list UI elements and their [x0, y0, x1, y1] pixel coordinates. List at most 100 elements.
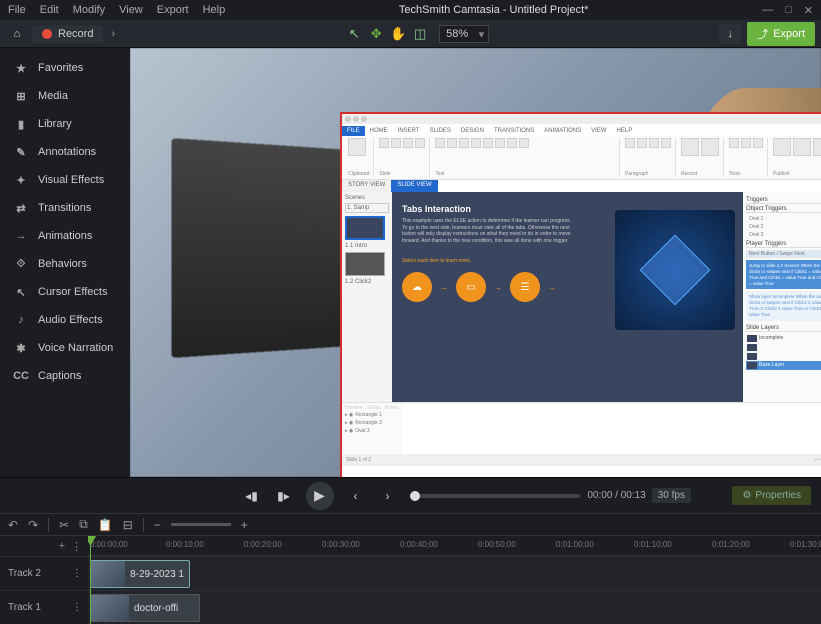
record-button[interactable]: Record	[32, 25, 103, 43]
clip-label: doctor-offi	[129, 603, 183, 614]
inner-tab: TRANSITIONS	[489, 126, 539, 136]
trigger-condition: Jump to slide 1.2 Scene2 When the user c…	[746, 260, 821, 289]
playback-bar: ◂▮ ▮▸ ▶ ‹ › 00:00 / 00:13 30 fps ⚙Proper…	[0, 477, 821, 513]
scrubber-handle[interactable]	[410, 491, 420, 501]
inner-tl-row: ▸ ◉ Rectangle 3	[344, 419, 400, 427]
layer-row	[746, 343, 821, 352]
ribbon-group-label: Record	[681, 171, 719, 177]
sidebar-item-transitions[interactable]: ⇄Transitions	[0, 194, 130, 222]
redo-button[interactable]: ↷	[28, 518, 38, 532]
timeline-ruler[interactable]: 0:00:00;00 0:00:10;00 0:00:20;00 0:00:30…	[88, 536, 821, 556]
app-title: TechSmith Camtasia - Untitled Project*	[239, 4, 748, 16]
properties-button[interactable]: ⚙Properties	[732, 486, 811, 505]
inner-view-tabs: STORY VIEW SLIDE VIEW	[342, 180, 821, 192]
track-row[interactable]: 8-29-2023 1	[88, 556, 821, 590]
next-frame-button[interactable]: ▮▸	[274, 486, 294, 506]
sidebar-item-media[interactable]: ⊞Media	[0, 82, 130, 110]
sidebar-label: Animations	[38, 230, 92, 242]
move-tool-icon[interactable]: ✥	[367, 25, 385, 43]
sidebar-item-cursor-effects[interactable]: ↖ Cursor Effects	[0, 278, 130, 306]
zoom-out-button[interactable]: −	[154, 518, 161, 532]
menu-edit[interactable]: Edit	[40, 4, 59, 16]
sidebar-item-behaviors[interactable]: ⟐Behaviors	[0, 250, 130, 278]
sidebar-item-library[interactable]: ▮Library	[0, 110, 130, 138]
tab-circle-icon: ▭	[456, 272, 486, 302]
slide-body: This example uses the ELSE action to det…	[402, 218, 572, 244]
track-label[interactable]: Track 1⋮	[0, 590, 88, 624]
behaviors-icon: ⟐	[14, 257, 28, 271]
hand-tool-icon[interactable]: ✋	[389, 25, 407, 43]
scene-thumb	[345, 252, 385, 276]
record-chevron[interactable]: ›	[111, 28, 115, 40]
sidebar-label: Transitions	[38, 202, 91, 214]
sidebar-item-animations[interactable]: →Animations	[0, 222, 130, 250]
home-button[interactable]: ⌂	[6, 24, 28, 44]
menu-modify[interactable]: Modify	[73, 4, 105, 16]
add-track-button[interactable]: +	[59, 540, 65, 552]
prev-frame-button[interactable]: ◂▮	[242, 486, 262, 506]
undo-button[interactable]: ↶	[8, 518, 18, 532]
pointer-tool-icon[interactable]: ↖	[345, 25, 363, 43]
scene-thumb	[345, 216, 385, 240]
scrubber[interactable]	[410, 494, 580, 498]
track-row[interactable]: doctor-offi	[88, 590, 821, 624]
scene-name: 1.2 Click2	[345, 279, 389, 285]
layer-row	[746, 352, 821, 361]
inner-viewtab: STORY VIEW	[342, 180, 391, 192]
step-back-button[interactable]: ‹	[346, 486, 366, 506]
export-button[interactable]: ⤴ Export	[747, 22, 815, 46]
inner-timeline: TimelineStatesNotes ▸ ◉ Rectangle 1 ▸ ◉ …	[342, 402, 821, 454]
inner-window-chrome	[342, 114, 821, 124]
sidebar-item-favorites[interactable]: ★Favorites	[0, 54, 130, 82]
split-button[interactable]: ⊟	[123, 518, 133, 532]
inner-tab: HELP	[612, 126, 638, 136]
sidebar-item-annotations[interactable]: ✎Annotations	[0, 138, 130, 166]
cut-button[interactable]: ✂	[59, 518, 69, 532]
menu-view[interactable]: View	[119, 4, 143, 16]
clip[interactable]: doctor-offi	[90, 594, 200, 622]
playhead[interactable]: 0:00:00;00	[90, 536, 91, 624]
fps-display[interactable]: 30 fps	[652, 488, 691, 503]
clip-label: 8-29-2023 1	[125, 569, 189, 580]
track-label[interactable]: Track 2⋮	[0, 556, 88, 590]
sidebar-label: Annotations	[38, 146, 96, 158]
play-button[interactable]: ▶	[306, 482, 334, 510]
cursor-icon: ↖	[14, 285, 28, 299]
paste-button[interactable]: 📋	[98, 518, 113, 532]
download-button[interactable]: ↓	[719, 24, 741, 44]
crop-tool-icon[interactable]: ◫	[411, 25, 429, 43]
step-forward-button[interactable]: ›	[378, 486, 398, 506]
inner-tab: DESIGN	[456, 126, 489, 136]
sidebar-label: Media	[38, 90, 68, 102]
layer-row: Incomplete	[746, 334, 821, 343]
zoom-dropdown[interactable]: 58%	[439, 25, 489, 43]
toolbar: ⌂ Record › ↖ ✥ ✋ ◫ 58% ↓ ⤴ Export	[0, 20, 821, 48]
inner-scenes-panel: Scenes 1. Samp 1.1 Intro 1.2 Click2	[342, 192, 392, 402]
menu-help[interactable]: Help	[203, 4, 226, 16]
scene-selector: 1. Samp	[345, 203, 389, 213]
ruler-mark: 0:00:10;00	[166, 540, 204, 549]
copy-button[interactable]: ⧉	[79, 517, 88, 532]
track-menu-icon[interactable]: ⋮	[71, 540, 82, 553]
sidebar-item-audio-effects[interactable]: ♪Audio Effects	[0, 306, 130, 334]
track-menu-icon[interactable]: ⋮	[72, 568, 82, 579]
close-button[interactable]: ✕	[804, 4, 813, 17]
zoom-in-button[interactable]: +	[241, 518, 248, 532]
timeline-zoom-slider[interactable]	[171, 523, 231, 526]
canvas[interactable]: FILE HOME INSERT SLIDES DESIGN TRANSITIO…	[130, 48, 821, 477]
minimize-button[interactable]: —	[762, 4, 773, 17]
maximize-button[interactable]: □	[785, 4, 792, 17]
sidebar-item-captions[interactable]: CCCaptions	[0, 362, 130, 390]
menu-bar: File Edit Modify View Export Help TechSm…	[0, 0, 821, 20]
trigger-item: Oval 2	[746, 223, 821, 231]
menu-file[interactable]: File	[8, 4, 26, 16]
sidebar-label: Cursor Effects	[38, 286, 108, 298]
sidebar-item-visual-effects[interactable]: ✦Visual Effects	[0, 166, 130, 194]
selected-clip-frame[interactable]: FILE HOME INSERT SLIDES DESIGN TRANSITIO…	[340, 112, 821, 477]
sidebar-item-voice-narration[interactable]: ✱Voice Narration	[0, 334, 130, 362]
menu-export[interactable]: Export	[157, 4, 189, 16]
clip[interactable]: 8-29-2023 1	[90, 560, 190, 588]
record-label: Record	[58, 28, 93, 40]
inner-viewtab: SLIDE VIEW	[391, 180, 437, 192]
track-menu-icon[interactable]: ⋮	[72, 602, 82, 613]
